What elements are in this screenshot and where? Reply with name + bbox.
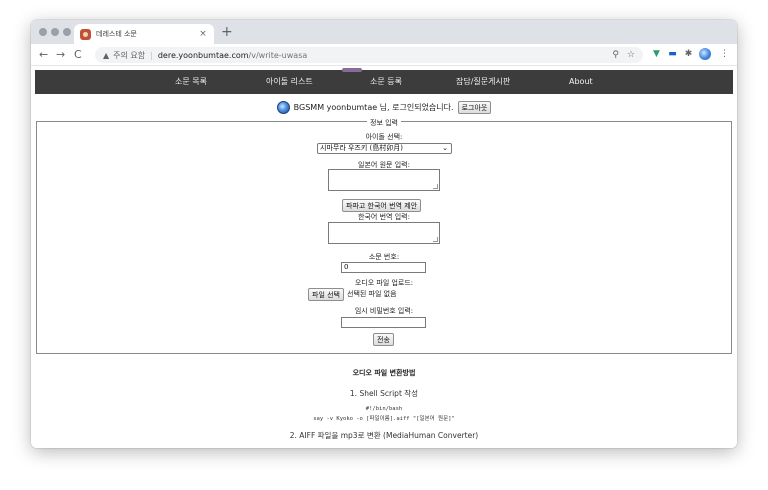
star-icon[interactable]: ☆ (627, 50, 635, 60)
warning-triangle-icon[interactable]: ▲ (103, 51, 109, 60)
browser-toolbar: ← → C ▲ 주의 요함 | dere.yoonbumtae.com/v/wr… (31, 44, 737, 66)
form-legend: 정보 입력 (31, 118, 737, 128)
browser-window: 데레스테 소문 × + ← → C ▲ 주의 요함 | dere.yoonbum… (31, 20, 737, 448)
chevron-down-icon: ⌄ (442, 144, 448, 152)
address-bar[interactable]: ▲ 주의 요함 | dere.yoonbumtae.com/v/write-uw… (95, 47, 643, 63)
nav-item-board[interactable]: 잡담/질문게시판 (456, 70, 510, 94)
back-icon[interactable]: ← (39, 48, 48, 62)
nav-item-rumor-register[interactable]: 소문 등록 (370, 70, 402, 94)
rumor-number-input[interactable]: 0 (341, 262, 426, 273)
bgsmm-logo-icon (276, 100, 290, 114)
url-host: dere.yoonbumtae.com (157, 50, 249, 60)
zoom-icon[interactable]: ⚲ (612, 50, 619, 60)
password-input[interactable] (341, 317, 426, 328)
media-extension-icon[interactable]: ▬ (667, 49, 678, 60)
logout-button[interactable]: 로그아웃 (457, 100, 492, 114)
tab-strip: 데레스테 소문 × + (31, 20, 737, 44)
rumor-number-label: 소문 번호: (368, 253, 400, 261)
audio-file-input: 파일 선택 선택된 파일 없음 (308, 287, 397, 301)
file-choose-button[interactable]: 파일 선택 (308, 287, 344, 301)
window-close-control[interactable] (39, 28, 47, 36)
reload-icon[interactable]: C (74, 48, 82, 62)
code-line-1: #!/bin/bash (365, 406, 403, 412)
window-minimize-control[interactable] (51, 28, 59, 36)
nav-item-rumor-list[interactable]: 소문 목록 (175, 70, 207, 94)
papago-translate-button[interactable]: 파파고 한국어 번역 제안 (342, 199, 422, 212)
login-message: BGSMM yoonbumtae 님, 로그인되었습니다. (293, 102, 454, 112)
vue-extension-icon[interactable]: ▼ (651, 49, 662, 60)
tab-close-icon[interactable]: × (198, 29, 208, 39)
tab-title: 데레스테 소문 (96, 30, 137, 38)
url-path: /v/write-uwasa (248, 50, 308, 60)
file-status-text: 선택된 파일 없음 (347, 290, 397, 298)
idol-select[interactable]: 시마무라 우즈키 (島村卯月) ⌄ (317, 143, 452, 154)
idol-select-value: 시마무라 우즈키 (島村卯月) (320, 144, 403, 152)
password-label: 임시 비밀번호 입력: (354, 307, 414, 315)
site-favicon-icon (80, 28, 91, 40)
idol-select-label: 아이돌 선택: (365, 133, 403, 141)
forward-icon[interactable]: → (56, 48, 65, 62)
guide-step-2: 2. AIFF 파일을 mp3로 변환 (MediaHuman Converte… (289, 431, 479, 440)
guide-step-1: 1. Shell Script 작성 (349, 389, 419, 398)
code-line-2: say -v Kyoko -o [파일이름].aiff "[일본어 원문]" (313, 416, 455, 422)
menu-icon[interactable]: ⋮ (719, 49, 730, 60)
login-status: BGSMM yoonbumtae 님, 로그인되었습니다. 로그아웃 (31, 99, 737, 115)
new-tab-button[interactable]: + (221, 24, 233, 40)
window-zoom-control[interactable] (63, 28, 71, 36)
browser-tab[interactable]: 데레스테 소문 × (74, 24, 214, 44)
kr-text-input[interactable] (328, 222, 440, 244)
profile-avatar-icon[interactable] (699, 48, 711, 60)
guide-title: 오디오 파일 변환방법 (352, 369, 416, 377)
audio-upload-label: 오디오 파일 업로드: (354, 279, 414, 287)
jp-text-input[interactable] (328, 169, 440, 191)
page-content: 소문 목록 아이돌 리스트 소문 등록 잡담/질문게시판 About BGSMM… (31, 66, 737, 448)
submit-button[interactable]: 전송 (373, 333, 394, 346)
header-banner-decoration (342, 68, 362, 72)
nav-item-idol-list[interactable]: 아이돌 리스트 (266, 70, 313, 94)
site-navbar: 소문 목록 아이돌 리스트 소문 등록 잡담/질문게시판 About (35, 68, 733, 94)
security-status[interactable]: 주의 요함 (113, 50, 145, 61)
kr-text-label: 한국어 번역 입력: (358, 213, 410, 221)
address-separator: | (150, 50, 153, 60)
nav-item-about[interactable]: About (569, 70, 593, 94)
puzzle-extension-icon[interactable]: ✱ (683, 49, 694, 60)
